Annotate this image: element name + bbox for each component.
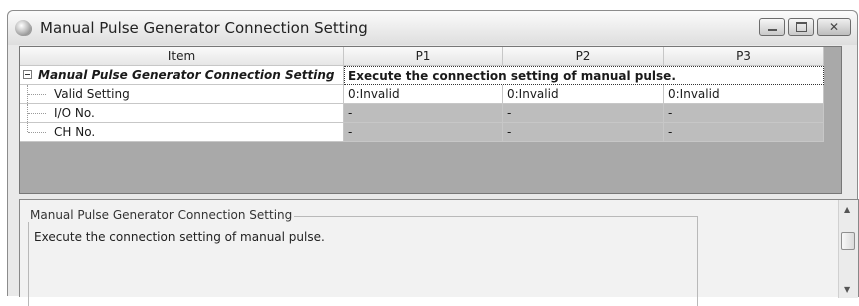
- description-scrollbar[interactable]: ▲ ▼: [838, 200, 858, 298]
- ch-no-p1-cell: -: [344, 123, 503, 142]
- scroll-thumb[interactable]: [841, 232, 855, 250]
- section-label-cell[interactable]: Manual Pulse Generator Connection Settin…: [20, 66, 344, 85]
- settings-grid-panel: Item P1 P2 P3 Manual Pulse Generator Con…: [19, 46, 842, 194]
- row-label-ch-no[interactable]: CH No.: [20, 123, 344, 142]
- description-text: Execute the connection setting of manual…: [34, 230, 325, 244]
- ch-no-p2-cell: -: [503, 123, 664, 142]
- row-label-io-no[interactable]: I/O No.: [20, 104, 344, 123]
- grid-header-row: Item P1 P2 P3: [20, 47, 824, 66]
- section-description-cell[interactable]: Execute the connection setting of manual…: [344, 66, 824, 85]
- section-label: Manual Pulse Generator Connection Settin…: [38, 68, 335, 82]
- ch-no-p3-cell: -: [664, 123, 824, 142]
- section-row[interactable]: Manual Pulse Generator Connection Settin…: [20, 66, 824, 85]
- io-no-p2-cell: -: [503, 104, 664, 123]
- table-row: I/O No. - - -: [20, 104, 824, 123]
- valid-setting-p2-cell[interactable]: 0:Invalid: [503, 85, 664, 104]
- maximize-button[interactable]: [788, 18, 814, 36]
- settings-grid: Item P1 P2 P3 Manual Pulse Generator Con…: [20, 47, 824, 142]
- close-icon: ✕: [828, 20, 840, 34]
- table-row: Valid Setting 0:Invalid 0:Invalid 0:Inva…: [20, 85, 824, 104]
- description-title: Manual Pulse Generator Connection Settin…: [28, 208, 295, 222]
- io-no-p1-cell: -: [344, 104, 503, 123]
- io-no-p3-cell: -: [664, 104, 824, 123]
- gear-disc-icon: [15, 20, 31, 36]
- column-header-p2: P2: [503, 47, 664, 66]
- close-button[interactable]: ✕: [817, 18, 851, 36]
- title-bar[interactable]: Manual Pulse Generator Connection Settin…: [8, 11, 857, 45]
- valid-setting-p3-cell[interactable]: 0:Invalid: [664, 85, 824, 104]
- column-header-p3: P3: [664, 47, 824, 66]
- description-panel: Manual Pulse Generator Connection Settin…: [19, 199, 859, 306]
- maximize-icon: [795, 22, 807, 32]
- collapse-icon[interactable]: [23, 70, 32, 79]
- column-header-item: Item: [20, 47, 344, 66]
- settings-window: Manual Pulse Generator Connection Settin…: [7, 10, 859, 306]
- scroll-up-icon[interactable]: ▲: [844, 206, 850, 214]
- window-controls: ✕: [759, 18, 851, 36]
- row-label-valid-setting[interactable]: Valid Setting: [20, 85, 344, 104]
- valid-setting-p1-cell[interactable]: 0:Invalid: [344, 85, 503, 104]
- scroll-down-icon[interactable]: ▼: [844, 286, 850, 294]
- column-header-p1: P1: [344, 47, 503, 66]
- minimize-icon: [767, 29, 777, 31]
- minimize-button[interactable]: [759, 18, 785, 36]
- table-row: CH No. - - -: [20, 123, 824, 142]
- window-title: Manual Pulse Generator Connection Settin…: [40, 19, 368, 37]
